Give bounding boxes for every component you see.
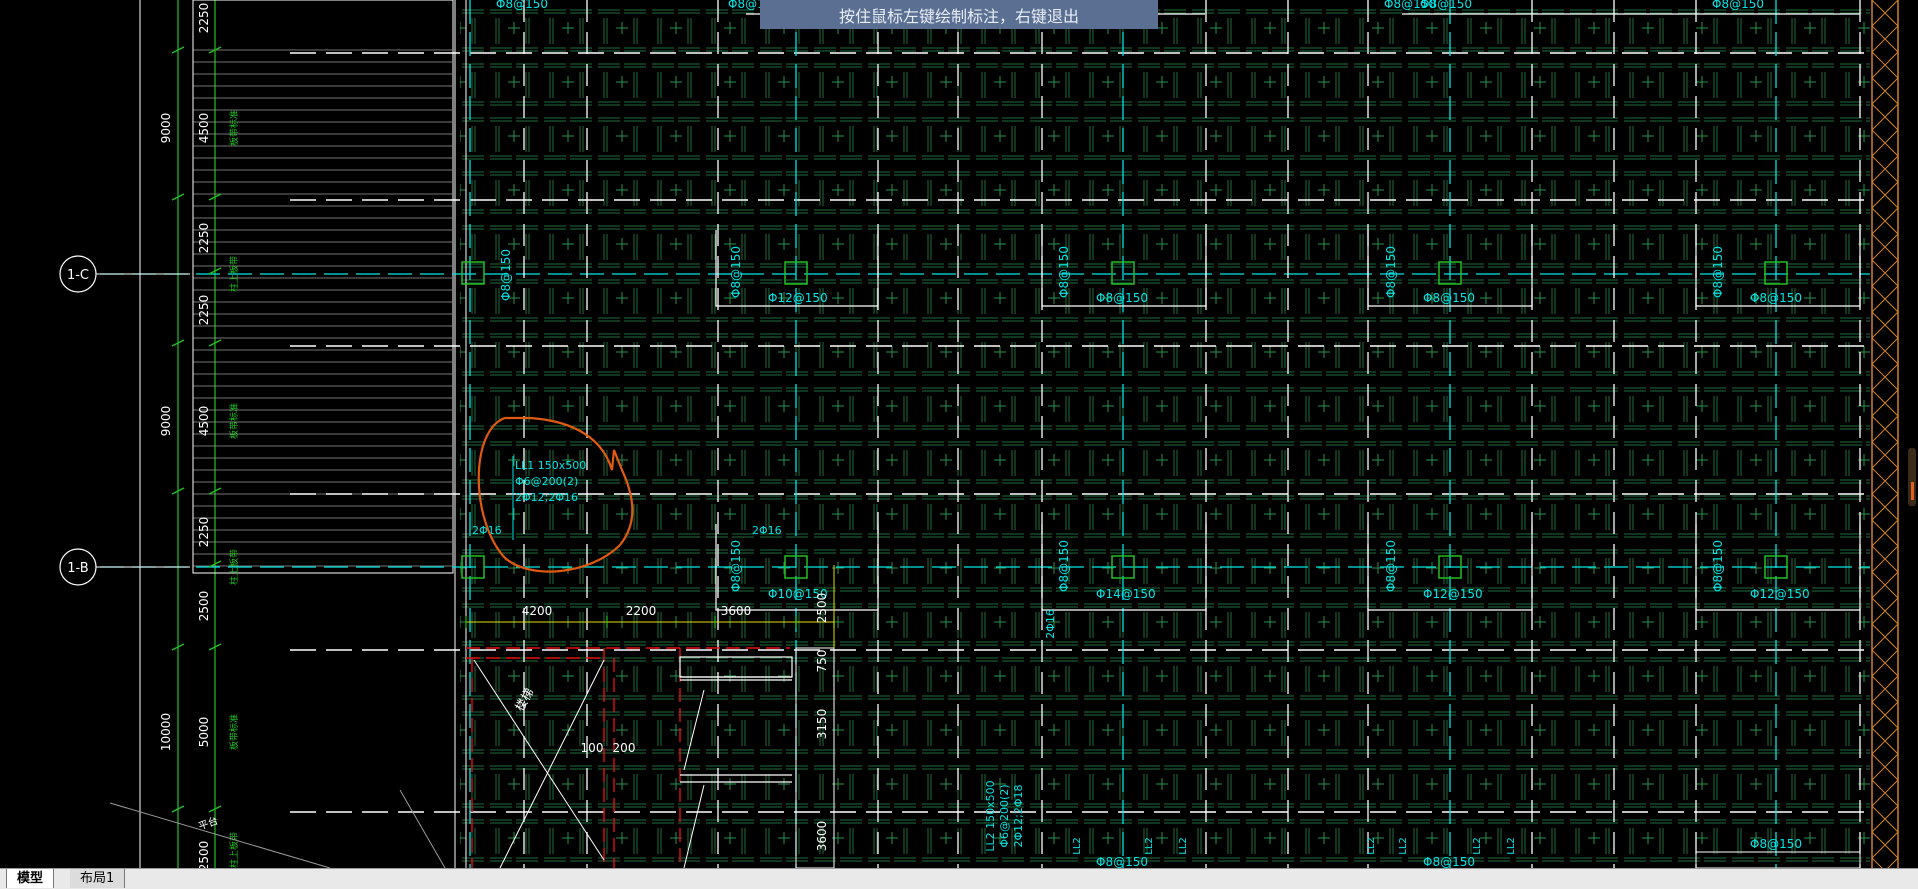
rebar-h-lower-4: Φ12@150 [1750,587,1810,601]
rebar-top-4: Φ8@150 [1420,0,1472,11]
ll2-tag-7: LL2 [1506,837,1517,855]
axis-bubble-b: 1-B [59,548,190,586]
bottom-dim-1: 4200 [522,604,553,618]
rebar-v-upper-4: Φ8@150 [1711,246,1725,298]
axis-label-b: 1-B [67,561,88,576]
bottom-vdim-4: 3600 [815,821,829,852]
strip-tag-1: 板带标准 [228,110,240,146]
leader-line-2 [399,789,446,868]
dim-sub-1: 2250 [197,3,211,34]
rebar-mark-c: 2Φ16 [1044,609,1057,639]
slab-rebar-field [460,0,1870,868]
rebar-top-5: Φ8@150 [1712,0,1764,11]
rebar-v-upper-0: Φ8@150 [499,249,513,301]
beam-label-ll2: LL2 150x500 Φ6@200(2) 2Φ12;2Φ18 [984,780,1025,851]
dim-sub-8: 5000 [197,717,211,748]
bottom-rebar-1: Φ8@150 [1096,855,1148,868]
rebar-v-lower-2: Φ8@150 [1057,540,1071,592]
rebar-v-lower-3: Φ8@150 [1384,540,1398,592]
rebar-h-lower-2: Φ14@150 [1096,587,1156,601]
tab-model[interactable]: 模型 [6,869,55,888]
left-dims-sub: 2250 4500 2250 2250 4500 2250 2500 5000 … [197,3,211,868]
rebar-h-upper-2: Φ8@150 [1096,291,1148,305]
beam1-line1: LL1 150x500 [515,459,586,472]
dim-sub-5: 4500 [197,406,211,437]
strip-tags: 板带标准 柱上板带 板带标准 柱上板带 板带标准 柱上板带 [228,110,240,868]
dim-sub-4: 2250 [197,295,211,326]
bottom-vdim-1: 2500 [815,593,829,624]
strip-tag-6: 柱上板带 [228,832,240,868]
rebar-top-1: Φ8@150 [496,0,548,11]
scroll-handle[interactable] [1908,448,1916,506]
beam1-line2: Φ6@200(2) [515,475,578,488]
rebar-v-upper-3: Φ8@150 [1384,246,1398,298]
strip-tag-4: 柱上板带 [228,549,240,585]
dim-total-1: 9000 [159,113,173,144]
stair-dim-2: 200 [613,741,636,755]
scroll-indicator-icon [1911,482,1914,500]
rebar-h-upper-4: Φ8@150 [1750,291,1802,305]
axis-bubble-c: 1-C [59,255,190,293]
strip-tag-3: 板带标准 [228,403,240,439]
strip-tag-2: 柱上板带 [228,256,240,292]
dim-sub-7: 2500 [197,591,211,622]
rebar-v-lower-4: Φ8@150 [1711,540,1725,592]
bottom-dim-2: 2200 [626,604,657,618]
beam2-line2: Φ6@200(2) [998,784,1011,847]
bottom-vdim-3: 3150 [815,709,829,740]
ll2-tag-4: LL2 [1366,837,1377,855]
command-prompt-banner: 按住鼠标左键绘制标注，右键退出 [760,0,1158,29]
rebar-h-lower-3: Φ12@150 [1423,587,1483,601]
ll2-tag-5: LL2 [1398,837,1409,855]
bottom-dim-3: 3600 [721,604,752,618]
right-boundary-hatch [1872,0,1898,868]
left-dims-total: 9000 9000 10000 [159,113,173,751]
axis-label-c: 1-C [67,268,89,283]
dim-sub-3: 2250 [197,223,211,254]
bottom-rebar-3: Φ8@150 [1750,837,1802,851]
bottom-vdim-2: 750 [815,650,829,673]
rebar-v-upper-1: Φ8@150 [729,246,743,298]
ll2-tag-6: LL2 [1472,837,1483,855]
ll2-tag-3: LL2 [1178,837,1189,855]
rebar-h-upper-1: Φ12@150 [768,291,828,305]
beam2-line3: 2Φ12;2Φ18 [1012,784,1025,847]
strip-tag-5: 板带标准 [228,714,240,750]
ll2-tag-1: LL2 [1072,837,1083,855]
beam2-line1: LL2 150x500 [984,780,997,851]
layout-tab-bar: 模型 布局1 [0,868,1918,889]
beam1-line3: 2Φ12;2Φ16 [515,491,578,504]
dim-sub-2: 4500 [197,113,211,144]
ll2-tag-2: LL2 [1144,837,1155,855]
stair-dim-1: 100 [581,741,604,755]
dim-total-2: 9000 [159,406,173,437]
dim-sub-6: 2250 [197,517,211,548]
rebar-mark-b: 2Φ16 [752,524,782,537]
command-prompt-text: 按住鼠标左键绘制标注，右键退出 [838,6,1079,26]
dim-total-3: 10000 [159,713,173,751]
bottom-rebar-2: Φ8@150 [1423,855,1475,868]
dim-sub-9: 2500 [197,841,211,868]
rebar-v-lower-1: Φ8@150 [729,540,743,592]
cad-drawing-canvas[interactable]: 1-C 1-B 9000 9000 10000 2250 4500 2250 2… [0,0,1918,868]
rebar-v-upper-2: Φ8@150 [1057,246,1071,298]
tab-layout1[interactable]: 布局1 [70,869,126,888]
rebar-h-upper-3: Φ8@150 [1423,291,1475,305]
